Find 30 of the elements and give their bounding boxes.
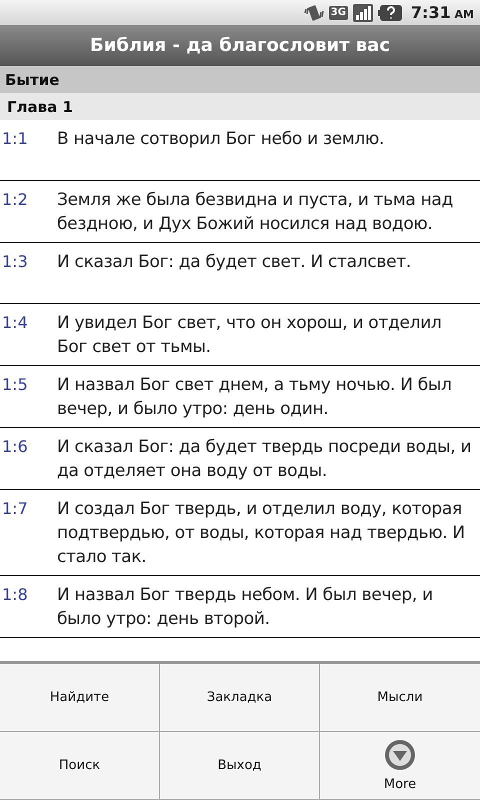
menu-item[interactable]: Мысли (320, 664, 480, 732)
verse-number: 1:3 (1, 251, 29, 273)
verse-number: 1:1 (1, 128, 29, 150)
verse-number: 1:2 (1, 189, 29, 211)
verse-number: 1:7 (1, 498, 29, 520)
network-icon: 3G (328, 6, 348, 20)
verse-text: В начале сотворил Бог небо и землю. (57, 128, 384, 151)
menu-item[interactable]: Поиск (0, 732, 160, 800)
verse-text: И создал Бог твердь, и отделил воду, которая подтвердью, от воды, которая над твердью. И стало так. (57, 498, 466, 569)
verse-text: И сказал Бог: да будет свет. И сталсвет. (57, 251, 411, 274)
more-button[interactable]: More (320, 732, 480, 800)
vibrate-icon (304, 4, 324, 22)
menu-item[interactable]: Найдите (0, 664, 160, 732)
verse-number: 1:5 (1, 374, 29, 396)
battery-unknown-icon (378, 4, 402, 20)
verse-text: И назвал Бог твердь небом. И был вечер, и было утро: день второй. (57, 584, 434, 631)
menu-item[interactable]: Выход (160, 732, 320, 800)
verse-text: И увидел Бог свет, что он хорош, и отделил Бог свет от тьмы. (57, 312, 443, 359)
chapter-heading: Глава 1 (7, 98, 73, 116)
app-title: Библия - да благословит вас (90, 35, 390, 56)
verse-text: И сказал Бог: да будет твердь посреди воды, и да отделяет она воду от воды. (57, 436, 472, 483)
book-heading: Бытие (5, 70, 60, 88)
verse-number: 1:4 (1, 312, 29, 334)
menu-item[interactable]: Закладка (160, 664, 320, 732)
signal-icon (352, 4, 373, 22)
verse-number: 1:6 (1, 436, 29, 458)
verse-text: И назвал Бог свет днем, а тьму ночью. И был вечер, и было утро: день один. (57, 374, 453, 421)
verse-text: Земля же была безвидна и пуста, и тьма над бездною, и Дух Божий носился над водою. (57, 189, 454, 236)
verse-number: 1:8 (1, 584, 29, 606)
clock: 7:31 AM (410, 3, 474, 22)
